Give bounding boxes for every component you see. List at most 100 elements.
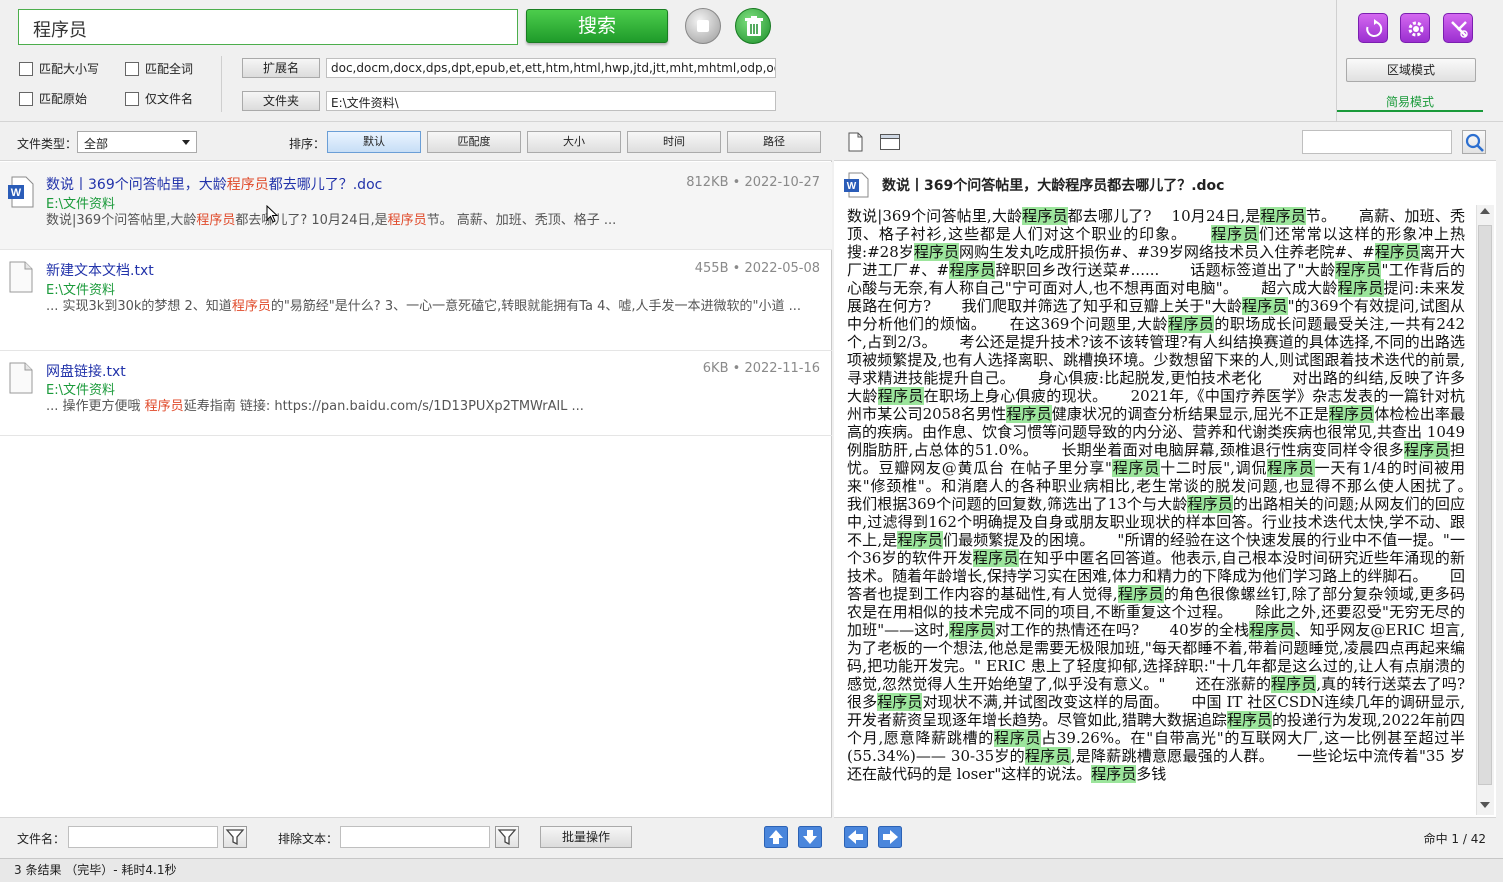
hit-highlight: 程序员 (1271, 675, 1317, 693)
window-icon (880, 134, 900, 150)
search-button[interactable]: 搜索 (526, 9, 668, 43)
match-original-checkbox[interactable]: 匹配原始 (19, 90, 87, 108)
hit-highlight: 程序员 (1024, 747, 1071, 765)
result-meta: 812KB • 2022-10-27 (686, 175, 820, 190)
hit-highlight: 程序员 (1337, 279, 1384, 297)
result-path[interactable]: E:\文件资料 (46, 379, 115, 398)
match-case-checkbox[interactable]: 匹配大小写 (19, 60, 99, 78)
preview-search-button[interactable] (1462, 130, 1486, 154)
filter-icon (225, 829, 245, 846)
status-bar: 3 条结果 （完毕）- 耗时4.1秒 (0, 858, 1503, 882)
result-meta: 6KB • 2022-11-16 (702, 361, 820, 376)
hit-highlight: 程序员 (949, 621, 995, 639)
next-hit-button[interactable] (878, 826, 902, 851)
preview-text-segment: 辞职回乡改行送菜#...... 话题标签道出了"大龄 (995, 261, 1336, 279)
checkbox-box[interactable] (19, 92, 33, 106)
trash-icon (745, 16, 763, 36)
result-title[interactable]: 新建文本文档.txt (46, 260, 154, 280)
page-icon (848, 132, 863, 152)
hit-highlight: 程序员 (1226, 711, 1272, 729)
hit-highlight: 程序员 (1242, 297, 1288, 315)
hit-highlight: 程序员 (994, 729, 1042, 747)
result-snippet: ... 实现3k到30k的梦想 2、知道程序员的"易筋经"是什么? 3、一心一意… (46, 299, 802, 314)
refresh-button[interactable] (1358, 13, 1388, 43)
result-title[interactable]: 网盘链接.txt (46, 361, 126, 381)
result-path[interactable]: E:\文件资料 (46, 279, 115, 298)
sort-size-button[interactable]: 大小 (527, 131, 621, 153)
search-input[interactable]: 程序员 (18, 9, 518, 45)
file-type-select[interactable]: 全部 (77, 131, 197, 153)
scroll-up-icon[interactable] (1480, 208, 1490, 214)
svg-text:W: W (847, 181, 857, 192)
hit-highlight: 程序员 (1328, 405, 1375, 423)
hit-highlight: 程序员 (897, 531, 943, 549)
extension-button[interactable]: 扩展名 (242, 58, 320, 78)
clear-button[interactable] (735, 8, 771, 44)
text-file-icon (9, 362, 33, 394)
simple-mode-tab[interactable]: 简易模式 (1337, 92, 1483, 112)
filename-only-checkbox[interactable]: 仅文件名 (125, 90, 193, 108)
sort-path-button[interactable]: 路径 (727, 131, 821, 153)
sort-default-button[interactable]: 默认 (327, 131, 421, 153)
settings-button[interactable] (1400, 13, 1430, 43)
sort-relevance-button[interactable]: 匹配度 (427, 131, 521, 153)
folder-button[interactable]: 文件夹 (242, 91, 320, 111)
result-snippet: 数说|369个问答帖里,大龄程序员都去哪儿了? 10月24日,是程序员节。 高薪… (46, 213, 617, 228)
filename-only-label: 仅文件名 (145, 92, 194, 106)
move-down-button[interactable] (798, 826, 822, 848)
sort-time-button[interactable]: 时间 (627, 131, 721, 153)
checkbox-box[interactable] (19, 62, 33, 76)
batch-operation-button[interactable]: 批量操作 (540, 826, 632, 848)
preview-search-input[interactable] (1302, 130, 1452, 154)
result-item[interactable]: W 数说丨369个问答帖里，大龄程序员都去哪儿了？.doc E:\文件资料 数说… (0, 162, 832, 250)
filename-filter-button[interactable] (223, 826, 247, 848)
hit-highlight: 程序员 (1117, 585, 1164, 603)
extension-field[interactable]: doc,docm,docx,dps,dpt,epub,et,ett,htm,ht… (326, 58, 776, 78)
hit-highlight: 程序员 (1335, 261, 1382, 279)
folder-field[interactable]: E:\文件资料\ (326, 91, 776, 111)
exclude-text-input[interactable] (340, 826, 490, 848)
scroll-down-icon[interactable] (1480, 802, 1490, 808)
prev-hit-button[interactable] (844, 826, 868, 851)
filename-filter-input[interactable] (68, 826, 218, 848)
result-snippet: ... 操作更方便哦 程序员延寿指南 链接: https://pan.baidu… (46, 399, 584, 414)
hit-highlight: 程序员 (1111, 459, 1161, 477)
checkbox-box[interactable] (125, 92, 139, 106)
result-item[interactable]: 网盘链接.txt E:\文件资料 ... 操作更方便哦 程序员延寿指南 链接: … (0, 352, 832, 436)
preview-title: 数说丨369个问答帖里，大龄程序员都去哪儿了？.doc (882, 178, 1225, 194)
tools-icon (1451, 21, 1468, 38)
tools-button[interactable] (1443, 13, 1473, 43)
word-doc-icon: W (844, 172, 869, 198)
hit-highlight: 程序员 (1211, 225, 1259, 243)
region-mode-button[interactable]: 区域模式 (1346, 58, 1476, 82)
result-path[interactable]: E:\文件资料 (46, 193, 115, 212)
checkbox-box[interactable] (125, 62, 139, 76)
hit-highlight: 程序员 (913, 243, 960, 261)
hit-highlight: 程序员 (1187, 495, 1233, 513)
mouse-cursor-icon (266, 205, 278, 223)
match-whole-word-checkbox[interactable]: 匹配全词 (125, 60, 193, 78)
filename-filter-label: 文件名： (17, 832, 66, 846)
move-up-button[interactable] (764, 826, 788, 848)
hit-highlight: 程序员 (1267, 459, 1315, 477)
stop-button[interactable] (685, 8, 721, 44)
hit-highlight: 程序员 (1260, 207, 1306, 225)
page-view-button[interactable] (845, 132, 865, 155)
preview-text-segment: 健康状况的调查分析结果显示,屈光不正是 (1051, 405, 1329, 423)
arrow-down-icon (798, 826, 822, 848)
result-item[interactable]: 新建文本文档.txt E:\文件资料 ... 实现3k到30k的梦想 2、知道程… (0, 251, 832, 351)
sort-label: 排序： (289, 137, 326, 151)
result-title[interactable]: 数说丨369个问答帖里，大龄程序员都去哪儿了？.doc (46, 174, 382, 194)
window-view-button[interactable] (879, 132, 901, 155)
exclude-filter-button[interactable] (495, 826, 519, 848)
hit-highlight: 程序员 (877, 387, 924, 405)
hit-highlight: 程序员 (949, 261, 996, 279)
word-doc-icon: W (8, 176, 34, 208)
preview-document-text: 数说|369个问答帖里,大龄程序员都去哪儿了? 10月24日,是程序员节。 高薪… (847, 207, 1465, 815)
chevron-down-icon (182, 140, 190, 145)
scrollbar-thumb[interactable] (1478, 225, 1492, 785)
hit-counter: 命中 1 / 42 (1423, 832, 1486, 846)
preview-text-segment: 数说|369个问答帖里,大龄 (847, 207, 1023, 225)
search-icon (1465, 133, 1484, 152)
refresh-icon (1366, 19, 1383, 37)
